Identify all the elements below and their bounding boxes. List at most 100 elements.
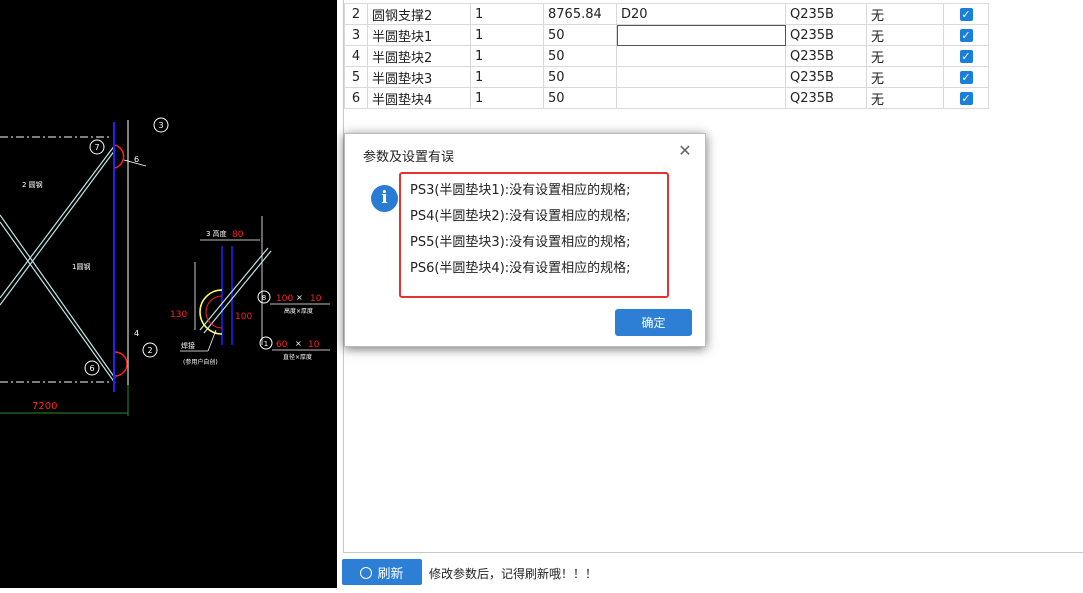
refresh-button[interactable]: 刷新 bbox=[342, 559, 422, 585]
bottom-bar: 刷新 修改参数后，记得刷新哦！！！ bbox=[342, 558, 1083, 588]
row-index: 2 bbox=[344, 3, 368, 25]
info-icon: i bbox=[371, 185, 398, 212]
checkbox-checked-icon[interactable]: ✓ bbox=[959, 70, 973, 84]
dimension-label: 7200 bbox=[32, 401, 57, 412]
rod-label: 1圆钢 bbox=[72, 262, 90, 271]
detail-value: 100 bbox=[276, 294, 293, 304]
detail-value: 100 bbox=[235, 312, 252, 322]
detail-brace bbox=[199, 247, 269, 331]
callout-label: 1 bbox=[264, 340, 268, 348]
detail-label: 高度×厚度 bbox=[284, 307, 313, 315]
brace-line bbox=[0, 149, 116, 306]
detail-label: × bbox=[295, 339, 302, 348]
spec-cell[interactable]: D20 bbox=[616, 3, 786, 25]
detail-value: 80 bbox=[232, 230, 244, 240]
callout-label: 3 bbox=[158, 121, 163, 130]
checkbox-checked-icon[interactable]: ✓ bbox=[959, 7, 973, 21]
table-row[interactable]: 4 半圆垫块2 1 50 Q235B 无 ✓ bbox=[344, 45, 989, 67]
length-cell[interactable]: 50 bbox=[543, 66, 617, 88]
checkbox-checked-icon[interactable]: ✓ bbox=[959, 28, 973, 42]
callout-label: 8 bbox=[262, 294, 266, 302]
callout-label: 7 bbox=[94, 143, 99, 152]
refresh-label: 刷新 bbox=[377, 566, 404, 582]
message-list: PS3(半圆垫块1):没有设置相应的规格; PS4(半圆垫块2):没有设置相应的… bbox=[410, 181, 631, 285]
refresh-icon bbox=[360, 566, 373, 579]
cad-drawing: 3 7 6 4 2 6 2 圆钢 1圆钢 7200 3 高度 80 130 10… bbox=[0, 117, 330, 416]
quantity-cell[interactable]: 1 bbox=[470, 45, 544, 67]
option-cell[interactable]: 无 bbox=[866, 87, 944, 109]
table-row[interactable]: 2 圆钢支撑2 1 8765.84 D20 Q235B 无 ✓ bbox=[344, 3, 989, 25]
quantity-cell[interactable]: 1 bbox=[470, 3, 544, 25]
material-cell[interactable]: Q235B bbox=[785, 24, 867, 46]
part-name-cell[interactable]: 半圆垫块3 bbox=[367, 66, 471, 88]
weld-label: 焊接 bbox=[181, 341, 195, 350]
half-round-pad bbox=[114, 351, 128, 377]
brace-line bbox=[0, 144, 116, 299]
callout-label: 2 bbox=[147, 346, 152, 355]
detail-label: 直径×厚度 bbox=[283, 353, 312, 361]
callout-label: 4 bbox=[134, 329, 139, 338]
material-cell[interactable]: Q235B bbox=[785, 87, 867, 109]
length-cell[interactable]: 50 bbox=[543, 45, 617, 67]
row-index: 3 bbox=[344, 24, 368, 46]
material-cell[interactable]: Q235B bbox=[785, 45, 867, 67]
row-index: 5 bbox=[344, 66, 368, 88]
detail-value: 130 bbox=[170, 310, 187, 320]
leader-line bbox=[207, 329, 217, 352]
checkbox-cell[interactable]: ✓ bbox=[943, 66, 989, 88]
error-message: PS5(半圆垫块3):没有设置相应的规格; bbox=[410, 235, 631, 250]
checkbox-cell[interactable]: ✓ bbox=[943, 24, 989, 46]
weld-note: (参用户自创) bbox=[183, 358, 218, 366]
error-message: PS3(半圆垫块1):没有设置相应的规格; bbox=[410, 183, 631, 198]
quantity-cell[interactable]: 1 bbox=[470, 87, 544, 109]
ok-button[interactable]: 确定 bbox=[615, 309, 692, 336]
option-cell[interactable]: 无 bbox=[866, 45, 944, 67]
part-name-cell[interactable]: 半圆垫块4 bbox=[367, 87, 471, 109]
callout-label: 6 bbox=[89, 364, 94, 373]
close-icon[interactable]: ✕ bbox=[677, 143, 693, 159]
part-name-cell[interactable]: 圆钢支撑2 bbox=[367, 3, 471, 25]
detail-value: 10 bbox=[310, 294, 322, 304]
brace-line bbox=[0, 214, 116, 379]
spec-cell[interactable] bbox=[616, 66, 786, 88]
checkbox-checked-icon[interactable]: ✓ bbox=[959, 49, 973, 63]
part-name-cell[interactable]: 半圆垫块1 bbox=[367, 24, 471, 46]
error-message: PS4(半圆垫块2):没有设置相应的规格; bbox=[410, 209, 631, 224]
cad-drawing-canvas[interactable]: 3 7 6 4 2 6 2 圆钢 1圆钢 7200 3 高度 80 130 10… bbox=[0, 0, 337, 588]
material-cell[interactable]: Q235B bbox=[785, 66, 867, 88]
parts-table: 2 圆钢支撑2 1 8765.84 D20 Q235B 无 ✓ 3 半圆垫块1 1 50 Q235B 无 ✓… bbox=[344, 3, 989, 109]
rod-label: 2 圆钢 bbox=[22, 180, 43, 189]
part-name-cell[interactable]: 半圆垫块2 bbox=[367, 45, 471, 67]
spec-cell[interactable] bbox=[616, 45, 786, 67]
length-cell[interactable]: 50 bbox=[543, 24, 617, 46]
quantity-cell[interactable]: 1 bbox=[470, 24, 544, 46]
brace-line bbox=[0, 221, 116, 384]
detail-label: × bbox=[296, 293, 303, 302]
table-row[interactable]: 6 半圆垫块4 1 50 Q235B 无 ✓ bbox=[344, 87, 989, 109]
detail-label: 3 高度 bbox=[206, 229, 227, 238]
checkbox-cell[interactable]: ✓ bbox=[943, 3, 989, 25]
table-row[interactable]: 5 半圆垫块3 1 50 Q235B 无 ✓ bbox=[344, 66, 989, 88]
quantity-cell[interactable]: 1 bbox=[470, 66, 544, 88]
length-cell[interactable]: 8765.84 bbox=[543, 3, 617, 25]
material-cell[interactable]: Q235B bbox=[785, 3, 867, 25]
error-message: PS6(半圆垫块4):没有设置相应的规格; bbox=[410, 261, 631, 276]
length-cell[interactable]: 50 bbox=[543, 87, 617, 109]
checkbox-cell[interactable]: ✓ bbox=[943, 45, 989, 67]
option-cell[interactable]: 无 bbox=[866, 66, 944, 88]
checkbox-checked-icon[interactable]: ✓ bbox=[959, 91, 973, 105]
half-round-pad bbox=[114, 144, 125, 169]
checkbox-cell[interactable]: ✓ bbox=[943, 87, 989, 109]
dialog-title: 参数及设置有误 bbox=[363, 150, 455, 165]
detail-value: 10 bbox=[308, 340, 320, 350]
detail-value: 60 bbox=[276, 340, 288, 350]
refresh-hint: 修改参数后，记得刷新哦！！！ bbox=[429, 567, 598, 581]
option-cell[interactable]: 无 bbox=[866, 24, 944, 46]
error-dialog: 参数及设置有误 ✕ i PS3(半圆垫块1):没有设置相应的规格; PS4(半圆… bbox=[344, 133, 706, 347]
table-row[interactable]: 3 半圆垫块1 1 50 Q235B 无 ✓ bbox=[344, 24, 989, 46]
spec-cell[interactable] bbox=[616, 87, 786, 109]
spec-cell[interactable] bbox=[616, 24, 786, 46]
row-index: 4 bbox=[344, 45, 368, 67]
detail-half-round-pad bbox=[205, 295, 223, 329]
option-cell[interactable]: 无 bbox=[866, 3, 944, 25]
